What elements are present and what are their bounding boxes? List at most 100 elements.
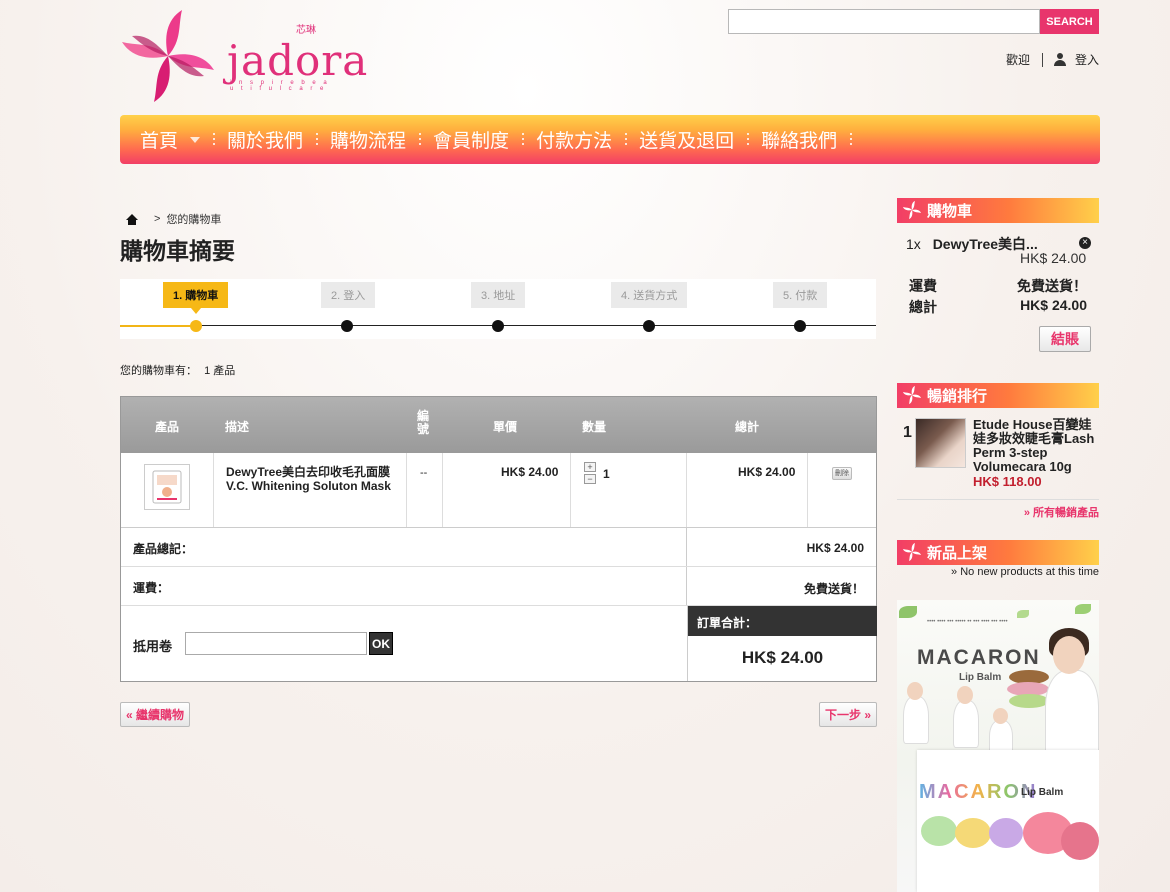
step-address[interactable]: 3. 地址 (471, 282, 526, 308)
product-thumbnail[interactable] (144, 464, 190, 510)
sidebar-cart-title: 購物車 (927, 203, 973, 220)
voucher-input[interactable] (185, 632, 367, 655)
bestseller-rank: 1 (903, 424, 912, 441)
macaron-ad-banner[interactable]: •••• •••• ••• ••••• •• ••• •••• ••• ••••… (897, 600, 1099, 892)
product-description[interactable]: DewyTree美白去印收毛孔面膜V.C. Whitening Soluton … (226, 465, 396, 493)
nav-item-delivery[interactable]: 送貨及退回 (639, 126, 761, 153)
divider (1041, 52, 1043, 67)
macaron-product (955, 818, 991, 848)
model-figure (907, 682, 923, 700)
search-button[interactable]: SEARCH (1040, 9, 1099, 34)
product-total: HK$ 24.00 (738, 465, 796, 479)
cart-count: 您的購物車有： 1 產品 (120, 362, 235, 378)
user-icon (1053, 52, 1067, 67)
sidebar-cart-header: 購物車 (897, 198, 1099, 223)
model-figure (957, 686, 973, 704)
col-product: 產品 (155, 420, 180, 434)
col-ref: 編號 (417, 409, 430, 436)
leaf-decoration (1075, 604, 1091, 614)
sidebar-bestsellers-title: 暢銷排行 (927, 388, 988, 405)
step-cart: 1. 購物車 (163, 282, 229, 314)
mask-pack-icon (152, 470, 182, 504)
sidebar-cart-qty: 1x (906, 236, 921, 252)
ad-subtitle-2: Lip Balm (1021, 787, 1064, 798)
bestseller-name[interactable]: Etude House百變娃娃多妝效睫毛膏Lash Perm 3-step Vo… (973, 418, 1099, 474)
model-figure (903, 696, 929, 744)
site-logo[interactable]: jadora 芯琳 i n s p i r e b e a u t i f u … (120, 8, 367, 104)
step-shipping[interactable]: 4. 送貨方式 (611, 282, 688, 308)
breadcrumb-separator: > (154, 213, 161, 225)
nav-item-about[interactable]: 關於我們 (227, 126, 330, 153)
nav-item-home[interactable]: 首頁 (140, 126, 227, 153)
cart-table: 產品 描述 編號 單價 數量 總計 DewyTree美白去印收毛孔面膜V.C. … (120, 396, 877, 682)
subtotal-label: 產品總記： (133, 542, 194, 556)
main-nav: 首頁 關於我們 購物流程 會員制度 付款方法 送貨及退回 聯絡我們 (120, 115, 1100, 164)
table-header: 產品 描述 編號 單價 數量 總計 (121, 397, 876, 453)
order-total-label: 訂單合計： (688, 606, 877, 636)
step-dot (190, 320, 202, 332)
pinwheel-icon (903, 386, 921, 404)
divider (686, 528, 687, 566)
step-dot (492, 320, 504, 332)
page-title: 購物車摘要 (120, 238, 235, 264)
sidebar-shipping-value: 免費送貨！ (1017, 278, 1087, 294)
pinwheel-logo-icon (122, 10, 214, 102)
nav-item-shopping-flow[interactable]: 購物流程 (330, 126, 433, 153)
logo-chinese: 芯琳 (296, 25, 316, 36)
login-link[interactable]: 登入 (1075, 51, 1099, 68)
product-unit-price: HK$ 24.00 (501, 465, 559, 479)
continue-shopping-button[interactable]: « 繼續購物 (120, 702, 190, 727)
nav-separator (747, 132, 750, 147)
steps-line-progress (120, 325, 196, 327)
home-icon[interactable] (126, 213, 138, 225)
col-unit-price: 單價 (493, 420, 518, 434)
step-dot (794, 320, 806, 332)
voucher-ok-button[interactable]: OK (369, 632, 393, 655)
subtotal-row: 產品總記： HK$ 24.00 (121, 528, 876, 567)
nav-item-membership[interactable]: 會員制度 (433, 126, 536, 153)
sidebar-new-products-title: 新品上架 (927, 545, 988, 562)
nav-item-payment[interactable]: 付款方法 (536, 126, 639, 153)
table-row: DewyTree美白去印收毛孔面膜V.C. Whitening Soluton … (121, 453, 876, 528)
step-dot (341, 320, 353, 332)
caret-down-icon (190, 136, 201, 143)
nav-separator (316, 132, 319, 147)
leaf-decoration (899, 606, 917, 618)
model-figure (993, 708, 1008, 724)
bestseller-price: HK$ 118.00 (973, 474, 1042, 489)
col-qty: 數量 (582, 420, 607, 434)
next-step-button[interactable]: 下一步 » (819, 702, 877, 727)
qty-controls: + − (584, 462, 596, 484)
delete-button[interactable]: 刪除 (832, 467, 852, 480)
search-input[interactable] (728, 9, 1040, 34)
nav-separator (625, 132, 628, 147)
qty-plus-icon[interactable]: + (584, 462, 596, 472)
product-qty[interactable]: 1 (603, 467, 610, 481)
step-payment[interactable]: 5. 付款 (773, 282, 828, 308)
divider (686, 567, 687, 605)
cart-count-value: 1 產品 (204, 365, 236, 377)
sidebar-shipping-row: 運費 免費送貨！ (909, 276, 1087, 296)
sidebar-bestsellers-header: 暢銷排行 (897, 383, 1099, 408)
macaron-product (1061, 822, 1099, 860)
sidebar-total-value: HK$ 24.00 (1020, 297, 1087, 313)
remove-item-icon[interactable]: × (1079, 237, 1091, 249)
nav-separator (213, 132, 216, 147)
shipping-value: 免費送貨！ (803, 582, 864, 596)
cell-divider (407, 453, 443, 527)
nav-item-contact[interactable]: 聯絡我們 (761, 126, 864, 153)
pinwheel-icon (903, 543, 921, 561)
macaron-product (989, 818, 1023, 848)
ad-subtitle: Lip Balm (959, 672, 1002, 683)
voucher-total-row: 抵用卷 OK 訂單合計： HK$ 24.00 (121, 606, 877, 681)
macaron-product (921, 816, 957, 846)
checkout-steps: 1. 購物車 2. 登入 3. 地址 4. 送貨方式 5. 付款 (120, 279, 876, 339)
bestseller-image[interactable] (915, 418, 966, 468)
sidebar-total-label: 總計 (909, 299, 937, 315)
all-bestsellers-link[interactable]: » 所有暢銷產品 (1024, 504, 1099, 520)
step-login[interactable]: 2. 登入 (321, 282, 376, 308)
ad-title-2: MACARON (919, 781, 1038, 803)
checkout-button[interactable]: 結賬 (1039, 326, 1091, 352)
subtotal-value: HK$ 24.00 (806, 541, 864, 555)
qty-minus-icon[interactable]: − (584, 474, 596, 484)
